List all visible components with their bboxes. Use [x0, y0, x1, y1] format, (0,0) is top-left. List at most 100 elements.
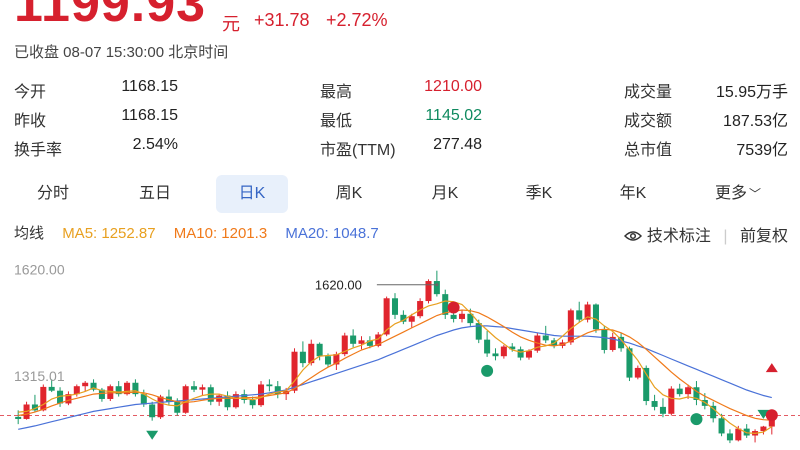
ma20-line	[18, 325, 772, 430]
price-change: +31.78	[254, 10, 310, 30]
max-price-pointer-dot	[435, 283, 439, 287]
candle-body	[316, 343, 323, 357]
price-change-percent: +2.72%	[326, 10, 388, 30]
stat-value-turnover: 2.54%	[132, 136, 178, 153]
stat-value-open: 1168.15	[121, 78, 178, 95]
tab-more-label: 更多	[714, 185, 747, 202]
candle-body	[82, 382, 89, 387]
ma-lines	[18, 300, 773, 435]
candle-body	[15, 416, 22, 419]
stat-label-prev-close: 昨收	[14, 113, 47, 130]
candle-body	[191, 386, 198, 390]
tab-more[interactable]: 更多 ﹀	[700, 175, 776, 213]
candle-body	[601, 329, 608, 350]
stat-label-pe: 市盈(TTM)	[320, 142, 396, 159]
y-tick-label: 1620.00	[14, 262, 65, 278]
stat-label-amount: 成交额	[624, 113, 673, 130]
stat-label-open: 今开	[14, 84, 47, 101]
signal-markers	[146, 301, 778, 440]
ma20-value: MA20: 1048.7	[285, 225, 379, 242]
tab-quarterly-k[interactable]: 季K	[508, 175, 570, 213]
candle-body	[735, 428, 742, 441]
market-status: 已收盘 08-07 15:30:00 北京时间	[14, 44, 229, 61]
candle-body	[157, 396, 164, 418]
candle-body	[643, 367, 650, 402]
signal-triangle-down	[146, 430, 159, 440]
signal-triangle-up	[765, 363, 778, 373]
candle-body	[651, 401, 658, 407]
ma-legend-label: 均线	[14, 225, 45, 242]
tab-daily-k[interactable]: 日K	[216, 175, 288, 213]
stat-value-market-cap: 7539亿	[736, 142, 788, 159]
candle-body	[324, 356, 332, 365]
candle-body	[517, 349, 524, 358]
ma10-value: MA10: 1201.3	[173, 225, 268, 242]
ma5-value: MA5: 1252.87	[62, 225, 156, 242]
signal-dot	[765, 409, 778, 422]
candle-body	[676, 388, 683, 395]
candle-body	[458, 313, 466, 319]
chevron-down-icon: ﹀	[749, 187, 762, 201]
candle-body	[492, 353, 499, 357]
candle-body	[174, 401, 181, 413]
tab-weekly-k[interactable]: 周K	[318, 175, 380, 213]
stat-label-market-cap: 总市值	[624, 142, 673, 159]
tab-monthly-k[interactable]: 月K	[414, 175, 476, 213]
candle-body	[358, 340, 365, 344]
tab-five-day[interactable]: 五日	[124, 175, 186, 213]
stat-label-low: 最低	[320, 113, 353, 130]
tab-yearly-k[interactable]: 年K	[602, 175, 664, 213]
candles	[15, 270, 775, 444]
signal-dot	[481, 364, 494, 377]
candle-body	[40, 386, 47, 411]
signal-dot	[690, 413, 703, 426]
candle-body	[668, 388, 675, 414]
kline-chart[interactable]: 1620.00 1315.01 1620.00	[0, 250, 800, 450]
current-price: 1199.93	[14, 0, 207, 33]
candle-body	[718, 418, 725, 434]
candle-body	[450, 314, 457, 319]
candle-body	[182, 386, 189, 413]
candle-body	[634, 367, 641, 378]
divider: |	[723, 228, 728, 245]
candle-body	[542, 335, 549, 341]
candle-body	[442, 294, 449, 315]
candle-body	[408, 316, 415, 322]
stat-value-high: 1210.00	[424, 78, 482, 95]
candle-body	[659, 406, 666, 414]
candle-body	[299, 351, 306, 364]
candle-body	[500, 346, 507, 357]
candle-body	[685, 387, 692, 395]
candle-body	[391, 298, 399, 315]
price-adjust-select[interactable]: 前复权	[740, 228, 788, 245]
candle-body	[199, 387, 206, 390]
max-price-label: 1620.00	[315, 278, 362, 293]
stat-value-volume: 15.95万手	[715, 84, 788, 101]
candle-body	[525, 350, 532, 358]
stat-value-amount: 187.53亿	[723, 113, 788, 130]
tech-annotation-toggle[interactable]: 技术标注	[624, 228, 715, 245]
candle-body	[266, 384, 273, 387]
candle-body	[726, 433, 733, 441]
eye-icon	[624, 231, 643, 241]
tab-intraday[interactable]: 分时	[22, 175, 84, 213]
stat-label-volume: 成交量	[624, 84, 673, 101]
candle-body	[592, 304, 599, 330]
candle-body	[350, 335, 357, 344]
candle-body	[48, 386, 55, 391]
stat-value-low: 1145.02	[425, 107, 482, 124]
candle-body	[249, 400, 256, 406]
candle-body	[484, 339, 491, 354]
chart-labels: 1620.00 1315.01 1620.00	[14, 262, 439, 384]
candle-body	[576, 310, 583, 320]
price-unit: 元	[222, 14, 240, 34]
signal-dot	[447, 301, 460, 314]
stat-label-turnover: 换手率	[14, 142, 63, 159]
stat-value-prev-close: 1168.15	[121, 107, 178, 124]
ma5-line	[18, 300, 773, 435]
ma-legend: 均线 MA5: 1252.87 MA10: 1201.3 MA20: 1048.…	[14, 222, 393, 243]
candle-body	[291, 351, 298, 391]
tech-annotation-label: 技术标注	[646, 228, 711, 245]
y-tick-label: 1315.01	[14, 368, 65, 384]
period-tabs: 分时 五日 日K 周K 月K 季K 年K 更多 ﹀	[0, 175, 800, 213]
